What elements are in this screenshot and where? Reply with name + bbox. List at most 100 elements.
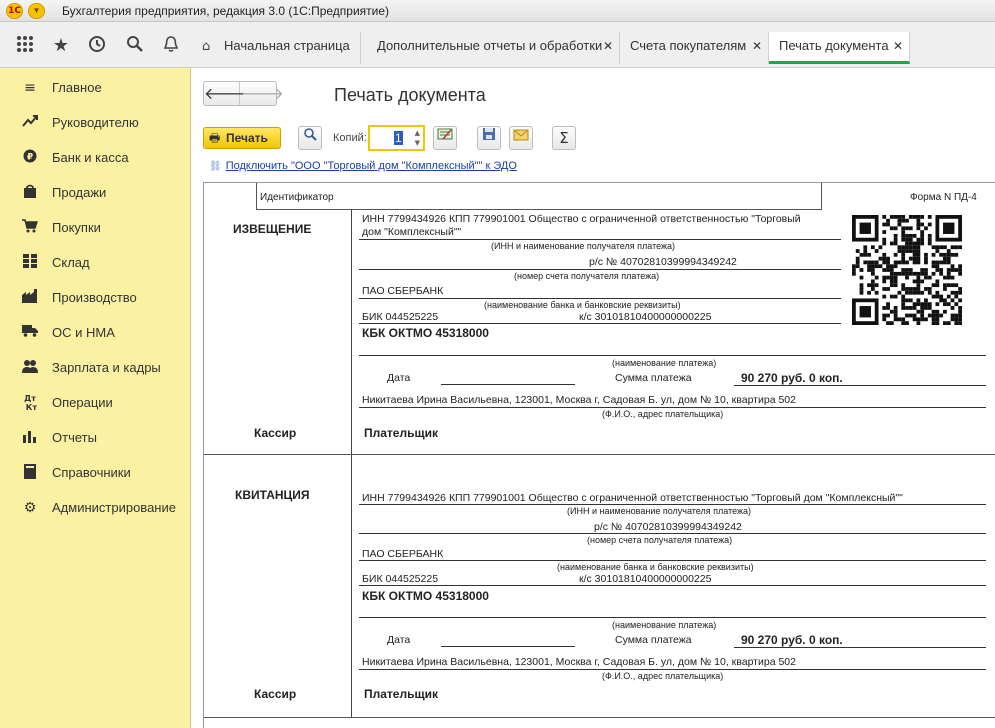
notice-heading: ИЗВЕЩЕНИЕ bbox=[233, 222, 312, 236]
sidebar-item-purchases[interactable]: Покупки bbox=[0, 213, 191, 243]
send-email-button[interactable] bbox=[509, 126, 533, 150]
underline bbox=[359, 407, 986, 408]
notice-payer-caption: (Ф.И.О., адрес плательщика) bbox=[602, 409, 724, 419]
edo-link-text: Подключить "ООО "Торговый дом "Комплексн… bbox=[225, 160, 517, 172]
page-title: Печать документа bbox=[334, 85, 486, 105]
gear-icon: ⚙ bbox=[23, 500, 37, 516]
sidebar-item-label: Продажи bbox=[52, 185, 107, 200]
underline bbox=[359, 269, 841, 270]
copies-input[interactable]: 1 ▲ ▼ bbox=[368, 125, 425, 151]
notice-cashier: Кассир bbox=[254, 426, 297, 440]
receipt-account: р/с № 40702810399994349242 bbox=[594, 521, 742, 533]
copies-label: Копий: bbox=[333, 132, 367, 144]
sum-button[interactable]: Σ bbox=[552, 126, 576, 150]
close-tab-icon[interactable]: ✕ bbox=[752, 32, 762, 60]
connect-edo-link[interactable]: ⛓ Подключить "ООО "Торговый дом "Комплекс… bbox=[209, 160, 517, 172]
search-icon[interactable] bbox=[124, 35, 146, 57]
sidebar-item-label: Склад bbox=[52, 255, 90, 270]
printed-form: Идентификатор Форма N ПД-4 ИЗВЕЩЕНИЕ ИНН… bbox=[203, 182, 995, 728]
notice-account-caption: (номер счета получателя платежа) bbox=[514, 271, 660, 281]
receipt-kbk: КБК ОКТМО 45318000 bbox=[362, 589, 489, 603]
truck-icon bbox=[21, 324, 39, 342]
qr-code bbox=[852, 215, 962, 325]
app-logo-icon[interactable]: 1С bbox=[6, 3, 23, 19]
bag-icon bbox=[21, 184, 39, 202]
sidebar-item-label: Справочники bbox=[52, 465, 131, 480]
trend-icon bbox=[21, 114, 39, 132]
favorites-star-icon[interactable]: ★ bbox=[50, 35, 72, 57]
sidebar-item-operations[interactable]: Дт Кт Операции bbox=[0, 388, 191, 418]
back-arrow-icon[interactable]: 🡐 bbox=[204, 82, 247, 105]
tab-print-document[interactable]: Печать документа ✕ bbox=[769, 32, 910, 64]
print-button-label: Печать bbox=[226, 131, 268, 145]
sidebar-item-production[interactable]: Производство bbox=[0, 283, 191, 313]
underline bbox=[359, 669, 986, 670]
receipt-date-label: Дата bbox=[387, 634, 411, 646]
sidebar-item-main[interactable]: ≡ Главное bbox=[0, 73, 191, 103]
book-icon bbox=[21, 464, 39, 482]
all-functions-icon[interactable] bbox=[14, 35, 36, 57]
title-bar: 1С ▼ Бухгалтерия предприятия, редакция 3… bbox=[0, 0, 995, 22]
main-menu-dropdown-icon[interactable]: ▼ bbox=[28, 3, 45, 19]
spin-arrows-icon[interactable]: ▲ ▼ bbox=[415, 128, 420, 148]
sidebar-item-catalogs[interactable]: Справочники bbox=[0, 458, 191, 488]
sidebar-item-reports[interactable]: Отчеты bbox=[0, 423, 191, 453]
sidebar-item-label: Покупки bbox=[52, 220, 101, 235]
close-tab-icon[interactable]: ✕ bbox=[893, 32, 903, 60]
notice-account: р/с № 40702810399994349242 bbox=[589, 256, 737, 268]
sidebar-item-administration[interactable]: ⚙ Администрирование bbox=[0, 493, 191, 523]
underline bbox=[359, 617, 986, 618]
tab-label: Начальная страница bbox=[224, 38, 350, 53]
close-tab-icon[interactable]: ✕ bbox=[603, 32, 613, 60]
sidebar-item-bank[interactable]: ₽ Банк и касса bbox=[0, 143, 191, 173]
tab-additional-reports[interactable]: Дополнительные отчеты и обработки ✕ bbox=[367, 32, 620, 64]
sidebar-item-label: Руководителю bbox=[52, 115, 139, 130]
coin-icon: ₽ bbox=[21, 149, 39, 167]
sidebar-item-label: Администрирование bbox=[52, 500, 176, 515]
notice-date-label: Дата bbox=[387, 372, 411, 384]
sections-sidebar: ≡ Главное Руководителю ₽ Банк и касса Пр… bbox=[0, 68, 191, 728]
receipt-bank-caption: (наименование банка и банковские реквизи… bbox=[557, 562, 754, 572]
sidebar-item-warehouse[interactable]: Склад bbox=[0, 248, 191, 278]
sidebar-item-payroll[interactable]: Зарплата и кадры bbox=[0, 353, 191, 383]
history-icon[interactable] bbox=[86, 35, 108, 57]
underline bbox=[359, 560, 986, 561]
save-button[interactable] bbox=[477, 126, 501, 150]
notice-kbk: КБК ОКТМО 45318000 bbox=[362, 326, 489, 340]
vertical-divider bbox=[351, 210, 352, 718]
tab-customer-invoices[interactable]: Счета покупателям ✕ bbox=[620, 32, 769, 64]
main-area: 🡐 🡒 Печать документа 🖶 Печать Копий: 1 ▲… bbox=[192, 68, 995, 728]
sidebar-item-label: Банк и касса bbox=[52, 150, 129, 165]
notice-sum-label: Сумма платежа bbox=[615, 372, 692, 384]
receipt-payer: Никитаева Ирина Васильевна, 123001, Моск… bbox=[362, 656, 796, 668]
form-number: Форма N ПД-4 bbox=[910, 192, 977, 203]
date-underline bbox=[441, 384, 575, 385]
sidebar-item-label: ОС и НМА bbox=[52, 325, 115, 340]
preview-button[interactable] bbox=[298, 126, 322, 150]
sidebar-item-assets[interactable]: ОС и НМА bbox=[0, 318, 191, 348]
menu-lines-icon: ≡ bbox=[24, 80, 36, 96]
edit-document-button[interactable] bbox=[433, 126, 457, 150]
notice-bank-caption: (наименование банка и банковские реквизи… bbox=[484, 300, 681, 310]
sidebar-item-label: Производство bbox=[52, 290, 137, 305]
date-underline bbox=[441, 646, 575, 647]
tab-label: Счета покупателям bbox=[630, 38, 747, 53]
notifications-bell-icon[interactable] bbox=[160, 35, 182, 57]
notice-payee-line2: дом "Комплексный"" bbox=[362, 226, 462, 238]
underline bbox=[359, 239, 841, 240]
receipt-ks: к/с 30101810400000000225 bbox=[579, 573, 712, 585]
underline bbox=[734, 647, 986, 648]
sidebar-item-sales[interactable]: Продажи bbox=[0, 178, 191, 208]
bottom-divider bbox=[204, 717, 995, 718]
bar-chart-icon bbox=[21, 429, 39, 447]
print-button[interactable]: 🖶 Печать bbox=[203, 127, 281, 149]
notice-payer: Никитаева Ирина Васильевна, 123001, Моск… bbox=[362, 394, 796, 406]
link-icon: ⛓ bbox=[209, 161, 222, 172]
tab-home[interactable]: ⌂ Начальная страница bbox=[192, 32, 361, 64]
identifier-label: Идентификатор bbox=[260, 192, 334, 203]
forward-arrow-icon[interactable]: 🡒 bbox=[241, 82, 284, 105]
sidebar-item-manager[interactable]: Руководителю bbox=[0, 108, 191, 138]
receipt-purpose-caption: (наименование платежа) bbox=[612, 620, 717, 630]
notice-bank: ПАО СБЕРБАНК bbox=[362, 285, 444, 297]
notice-purpose-caption: (наименование платежа) bbox=[612, 358, 717, 368]
